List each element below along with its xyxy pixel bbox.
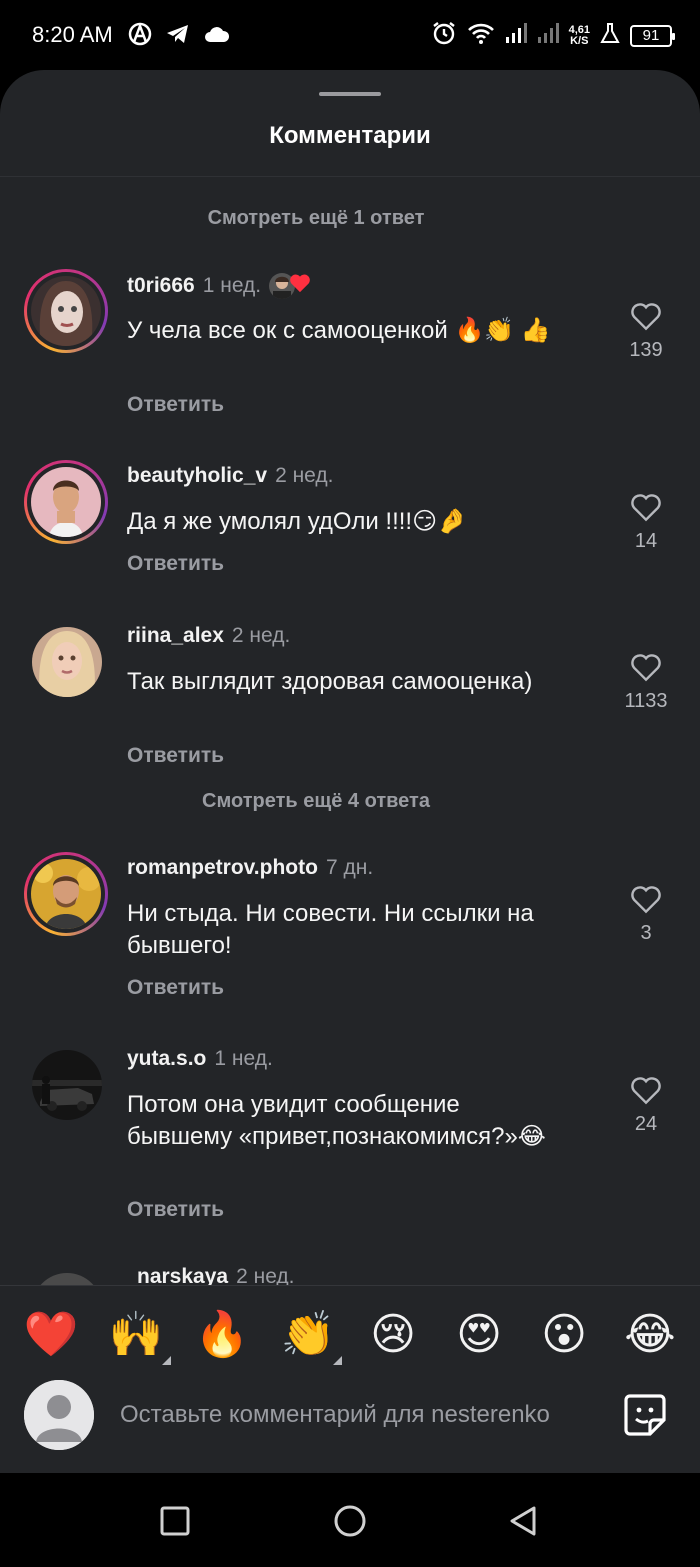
- comment-text: Потом она увидит сообщение бывшему «прив…: [127, 1091, 546, 1150]
- quick-reactions-bar: ❤️ 🙌 🔥 👏 😢 😍 😮 😂: [0, 1285, 700, 1380]
- cloud-icon: [204, 25, 230, 48]
- reply-button[interactable]: Ответить: [127, 393, 224, 417]
- battery-icon: 91: [630, 24, 675, 47]
- network-speed: 4,61 K/S: [568, 23, 590, 47]
- reaction-laughing[interactable]: 😂: [622, 1307, 678, 1363]
- like-count: 24: [634, 1113, 658, 1135]
- wifi-icon: [467, 22, 495, 49]
- reply-button[interactable]: Ответить: [127, 744, 224, 768]
- skin-tone-indicator: [333, 1356, 342, 1365]
- reaction-heart[interactable]: ❤️: [23, 1307, 79, 1363]
- reaction-raised-hands[interactable]: 🙌: [108, 1307, 164, 1363]
- comment-username[interactable]: beautyholic_v: [127, 464, 267, 488]
- system-nav-bar: [0, 1473, 700, 1567]
- reaction-crying[interactable]: 😢: [365, 1307, 421, 1363]
- heart-icon: [289, 273, 311, 299]
- like-button[interactable]: 1133: [605, 652, 687, 713]
- comment-time: 2 нед.: [275, 464, 334, 487]
- sticker-icon[interactable]: [622, 1392, 668, 1438]
- reaction-fire[interactable]: 🔥: [194, 1307, 250, 1363]
- like-count: 139: [629, 339, 663, 361]
- avatar[interactable]: [24, 460, 108, 544]
- reaction-clap[interactable]: 👏: [280, 1307, 336, 1363]
- comment-username[interactable]: romanpetrov.photo: [127, 856, 318, 880]
- status-time: 8:20 AM: [32, 22, 113, 47]
- like-count: 1133: [624, 690, 668, 712]
- avatar[interactable]: [24, 852, 108, 936]
- reply-button[interactable]: Ответить: [127, 552, 224, 576]
- comment-text: Так выглядит здоровая самооценка): [127, 668, 533, 695]
- avatar[interactable]: [32, 1050, 102, 1120]
- comment-time: 1 нед.: [214, 1047, 273, 1070]
- status-bar: 8:20 AM 4,61 K/S 91: [0, 0, 700, 70]
- reaction-surprised[interactable]: 😮: [536, 1307, 592, 1363]
- home-circle-icon[interactable]: [332, 1503, 368, 1539]
- heart-outline-icon: [605, 652, 687, 682]
- like-button[interactable]: 3: [605, 884, 687, 945]
- signal-icon: [537, 22, 559, 49]
- sheet-title: Комментарии: [269, 122, 431, 149]
- lab-flask-icon: [600, 22, 620, 49]
- like-button[interactable]: 139: [605, 301, 687, 362]
- comments-list[interactable]: Смотреть ещё 1 ответ t0ri666 1 нед. У че…: [0, 177, 700, 1285]
- avatar[interactable]: [32, 1273, 102, 1285]
- heart-outline-icon: [605, 301, 687, 331]
- heart-outline-icon: [605, 492, 687, 522]
- vpn-a-icon: [128, 22, 152, 51]
- comment-username[interactable]: t0ri666: [127, 274, 195, 298]
- user-avatar: [24, 1380, 94, 1450]
- drag-handle[interactable]: [319, 92, 381, 96]
- like-count: 14: [634, 530, 658, 552]
- comment-username[interactable]: yuta.s.o: [127, 1047, 206, 1071]
- comments-sheet: Комментарии Смотреть ещё 1 ответ t0ri666…: [0, 70, 700, 1473]
- comment-time: 2 нед.: [231, 624, 291, 647]
- comment-username[interactable]: riina_alex: [127, 624, 224, 648]
- back-triangle-icon[interactable]: [506, 1503, 542, 1539]
- like-button[interactable]: 24: [605, 1075, 687, 1136]
- comment-username[interactable]: narskaya: [137, 1265, 228, 1285]
- liked-by-author-badge: [269, 273, 311, 299]
- signal-icon: [505, 22, 527, 49]
- comment-composer: [0, 1380, 700, 1473]
- view-more-replies[interactable]: Смотреть ещё 4 ответа: [0, 790, 632, 813]
- reply-button[interactable]: Ответить: [127, 976, 224, 1000]
- skin-tone-indicator: [162, 1356, 171, 1365]
- recents-square-icon[interactable]: [157, 1503, 193, 1539]
- like-button[interactable]: 14: [605, 492, 687, 553]
- reaction-heart-eyes[interactable]: 😍: [451, 1307, 507, 1363]
- comment-time: 1 нед.: [202, 274, 262, 297]
- heart-outline-icon: [605, 1075, 687, 1105]
- avatar[interactable]: [24, 269, 108, 353]
- telegram-icon: [166, 23, 190, 50]
- alarm-icon: [431, 20, 457, 51]
- avatar[interactable]: [32, 627, 102, 697]
- reply-button[interactable]: Ответить: [127, 1198, 224, 1222]
- comment-text: У чела все ок с самооценкой 🔥👏 👍: [127, 317, 551, 344]
- comment-input[interactable]: [120, 1394, 596, 1436]
- like-count: 3: [640, 922, 652, 944]
- comment-time: 7 дн.: [325, 856, 374, 879]
- comment-time: 2 нед.: [236, 1265, 295, 1285]
- heart-outline-icon: [605, 884, 687, 914]
- comment-text: Ни стыда. Ни совести. Ни ссылки на бывше…: [127, 900, 534, 959]
- view-more-replies[interactable]: Смотреть ещё 1 ответ: [0, 207, 632, 230]
- comment-text: Да я же умолял удОли !!!!😏🤌: [127, 508, 467, 535]
